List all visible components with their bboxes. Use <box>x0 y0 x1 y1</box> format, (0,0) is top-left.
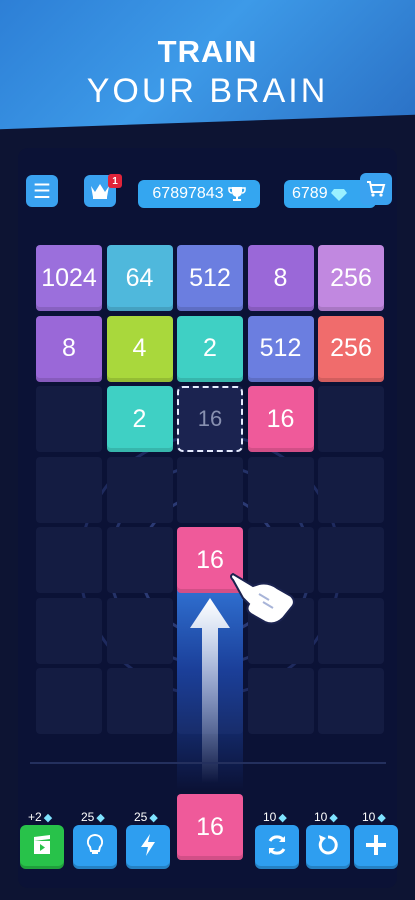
diamond-icon: ◆ <box>96 811 105 824</box>
number-tile: 8 <box>247 245 314 311</box>
board-cell <box>106 527 173 593</box>
number-tile: 16 <box>247 386 314 452</box>
board-cell <box>106 597 173 664</box>
board-cell <box>318 456 384 523</box>
number-tile: 4 <box>106 315 173 382</box>
diamond-icon: ◆ <box>149 811 158 824</box>
tile-value: 4 <box>132 334 147 362</box>
tile-value: 8 <box>273 263 288 292</box>
diamond-icon <box>330 188 347 201</box>
board-cell <box>318 668 384 734</box>
undo-icon <box>316 833 340 862</box>
refresh-icon <box>265 833 289 862</box>
undo-tool-button[interactable] <box>306 825 350 869</box>
banner-subtitle: YOUR BRAIN <box>86 72 329 110</box>
cart-icon <box>367 181 386 197</box>
number-tile: 2 <box>177 315 243 382</box>
tool-cost-value: 25 <box>134 810 148 824</box>
number-tile: 1024 <box>36 245 102 311</box>
score-value: 67897843 <box>152 185 224 202</box>
tool-cost: 10 ◆ <box>263 810 287 824</box>
lightning-tool-button[interactable] <box>126 825 170 869</box>
number-tile: 256 <box>318 245 384 311</box>
board-cell <box>106 456 173 523</box>
menu-button[interactable]: ☰ <box>26 175 58 207</box>
number-tile: 2 <box>106 386 173 452</box>
tool-cost: 10 ◆ <box>362 810 386 824</box>
board-cell <box>36 668 102 734</box>
tool-cost-value: +2 <box>28 810 42 824</box>
board-cell <box>106 668 173 734</box>
promo-banner: TRAIN YOUR BRAIN <box>0 0 415 140</box>
number-tile: 64 <box>106 245 173 311</box>
tool-cost: 25 ◆ <box>81 810 105 824</box>
target-ghost-tile: 16 <box>177 386 243 452</box>
board-cell <box>177 456 243 523</box>
tile-value: 16 <box>266 404 295 433</box>
number-tile: 512 <box>177 245 243 311</box>
arrow-up-icon <box>190 598 230 783</box>
board-cell <box>247 668 314 734</box>
pointer-hand-icon <box>230 572 295 625</box>
tile-value: 1024 <box>41 263 97 292</box>
tool-cost-value: 10 <box>362 810 376 824</box>
add-tool-button[interactable] <box>354 825 398 869</box>
board-divider <box>30 762 386 764</box>
tool-cost: 25 ◆ <box>134 810 158 824</box>
shooter-tile-value: 16 <box>196 545 224 574</box>
shop-button[interactable] <box>360 173 392 205</box>
banner-title: TRAIN <box>157 34 258 69</box>
tool-cost-value: 25 <box>81 810 95 824</box>
lightbulb-icon <box>85 833 105 862</box>
video-icon <box>31 834 53 861</box>
tool-cost: 10 ◆ <box>314 810 338 824</box>
notification-badge: 1 <box>108 174 122 188</box>
board-cell <box>36 456 102 523</box>
lightning-icon <box>139 833 157 862</box>
hamburger-icon: ☰ <box>33 180 51 203</box>
hint-tool-button[interactable] <box>73 825 117 869</box>
tile-value: 8 <box>62 334 76 362</box>
plus-icon <box>365 834 387 861</box>
tile-value: 2 <box>203 334 217 362</box>
video-tool-button[interactable] <box>20 825 64 869</box>
diamond-icon: ◆ <box>43 811 53 824</box>
board-cell <box>36 597 102 664</box>
tile-value: 256 <box>330 263 372 292</box>
board-cell <box>318 527 384 593</box>
next-tile-value: 16 <box>196 812 224 841</box>
diamond-icon: ◆ <box>278 811 287 824</box>
board-cell <box>318 597 384 664</box>
ghost-value: 16 <box>197 406 223 431</box>
tile-value: 64 <box>125 263 154 292</box>
gems-value: 6789 <box>292 185 328 202</box>
board-cell <box>318 386 384 452</box>
shuffle-tool-button[interactable] <box>255 825 299 869</box>
tool-cost-value: 10 <box>314 810 328 824</box>
diamond-icon: ◆ <box>377 811 386 824</box>
diamond-icon: ◆ <box>329 811 338 824</box>
number-tile: 512 <box>247 315 314 382</box>
board-cell <box>36 386 102 452</box>
tile-value: 512 <box>189 263 231 292</box>
tool-cost-value: 10 <box>263 810 277 824</box>
board-cell <box>36 527 102 593</box>
tool-cost: +2 ◆ <box>28 810 52 824</box>
tile-value: 512 <box>259 334 302 362</box>
number-tile: 256 <box>318 315 384 382</box>
board-cell <box>247 456 314 523</box>
tile-value: 2 <box>132 404 147 433</box>
number-tile: 8 <box>36 315 102 382</box>
next-tile: 16 <box>177 794 243 860</box>
score-display: 67897843 <box>138 180 260 208</box>
trophy-icon <box>227 187 246 201</box>
tile-value: 256 <box>330 334 372 362</box>
